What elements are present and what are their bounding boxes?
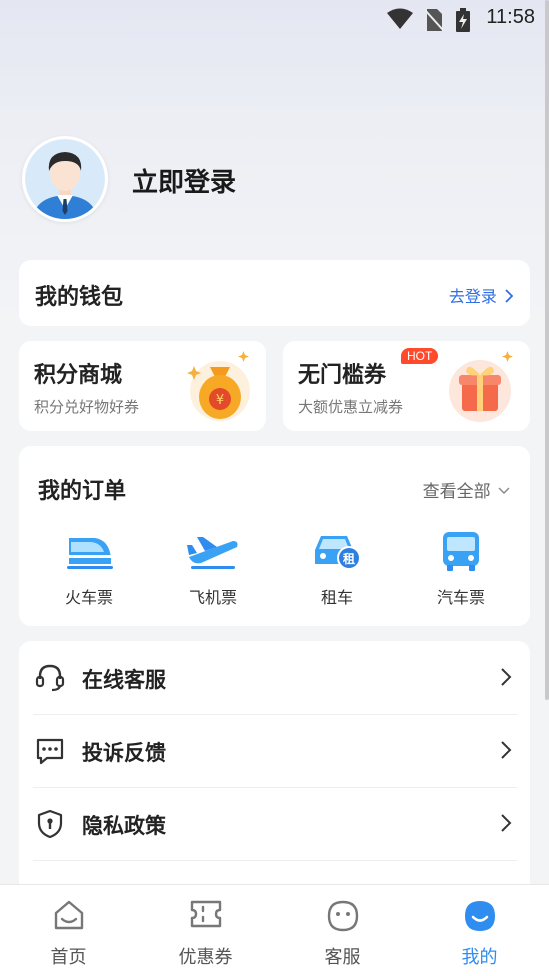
menu-online-service[interactable]: 在线客服 [19,641,530,714]
chevron-right-icon [501,741,512,759]
order-flight-label: 飞机票 [188,588,237,607]
orders-title: 我的订单 [38,479,127,504]
tab-customer-service[interactable]: 客服 [274,885,411,976]
no-threshold-coupon-card[interactable]: 无门槛券 HOT 大额优惠立减券 [283,341,530,431]
avatar[interactable] [22,136,108,222]
no-threshold-coupon-title: 无门槛券 [298,363,387,388]
ticket-icon [190,900,221,928]
money-bag-icon: ¥ [187,351,250,421]
bottom-tab-bar: 首页 优惠券 客服 我的 [0,884,549,976]
chevron-right-icon [501,668,512,686]
tab-my-profile[interactable]: 我的 [411,885,548,976]
tab-coupons[interactable]: 优惠券 [137,885,274,976]
chevron-down-icon [498,487,510,494]
svg-text:¥: ¥ [216,393,224,408]
points-mall-card[interactable]: 积分商城 积分兑好物好券 ¥ [19,341,266,431]
tab-customer-service-label: 客服 [324,947,361,968]
view-all-orders-link[interactable]: 查看全部 [423,477,510,502]
wallet-login-link[interactable]: 去登录 [449,283,514,307]
tab-my-profile-label: 我的 [461,947,498,968]
view-all-label: 查看全部 [422,482,491,502]
bus-icon [443,532,479,571]
tab-coupons-label: 优惠券 [178,947,233,968]
tab-home-label: 首页 [50,947,87,968]
order-flight-tickets[interactable]: 飞机票 [163,526,263,608]
order-train-label: 火车票 [64,588,113,607]
plane-icon [187,537,238,569]
order-car-rental-label: 租车 [320,588,353,607]
wallet-title: 我的钱包 [35,285,124,310]
battery-charging-icon [456,8,470,32]
wallet-card: 我的钱包 去登录 [19,260,530,326]
wallet-login-label: 去登录 [448,287,497,306]
menu-complaint-feedback-label: 投诉反馈 [82,741,166,765]
points-mall-subtitle: 积分兑好物好券 [34,398,140,416]
no-sim-icon [424,9,444,31]
car-rental-icon-text: 租 [343,552,355,566]
home-icon [54,900,83,930]
headset-icon [35,664,65,692]
order-bus-label: 汽车票 [436,588,485,607]
train-icon [67,538,113,569]
menu-privacy-policy[interactable]: 隐私政策 [19,787,530,860]
menu-online-service-label: 在线客服 [82,668,166,692]
wifi-icon [387,8,413,29]
orders-card: 我的订单 查看全部 火车票 飞机票 租 租车 汽车票 [19,446,530,626]
no-threshold-coupon-subtitle: 大额优惠立减券 [298,398,404,416]
divider [33,860,517,861]
menu-complaint-feedback[interactable]: 投诉反馈 [19,714,530,787]
order-bus-tickets[interactable]: 汽车票 [411,526,511,608]
scrollbar[interactable] [545,0,549,700]
status-bar: 11:58 [0,0,549,38]
login-prompt[interactable]: 立即登录 [132,162,236,199]
points-mall-title: 积分商城 [34,363,123,388]
chevron-right-icon [501,814,512,832]
shield-icon [37,809,63,839]
profile-icon [464,901,495,931]
order-train-tickets[interactable]: 火车票 [39,526,139,608]
service-face-icon [327,900,358,932]
car-rental-icon: 租 [315,536,361,570]
status-time: 11:58 [486,6,535,28]
gift-box-icon [449,351,513,422]
hot-badge: HOT [401,348,439,364]
tab-home[interactable]: 首页 [0,885,137,976]
chevron-right-icon [505,289,514,303]
service-menu-card: 在线客服 投诉反馈 隐私政策 [19,641,530,901]
feedback-icon [36,738,64,765]
order-car-rental[interactable]: 租 租车 [287,526,387,608]
menu-privacy-policy-label: 隐私政策 [82,814,166,838]
default-avatar-icon [25,139,105,219]
